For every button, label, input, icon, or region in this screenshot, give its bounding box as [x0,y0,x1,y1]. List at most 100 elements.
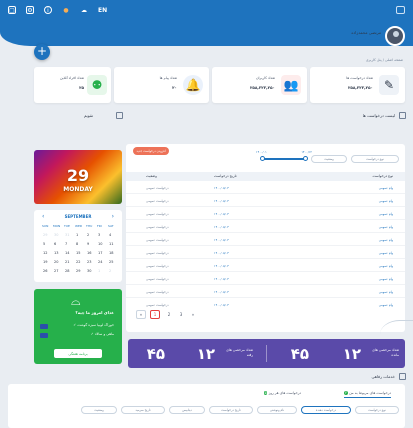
calendar-day[interactable]: 2 [87,233,89,237]
table-row[interactable]: وام عمومی ۱۴۰۰/۰۵/۰۴ درخواست عمومی [126,246,405,259]
calendar-day[interactable]: 15 [76,251,80,255]
user-name: مرتضی محمدزاده [351,30,381,35]
pagination-next[interactable]: » [188,310,198,319]
cell-status: درخواست عمومی [146,212,169,216]
calendar-day[interactable]: 31 [65,233,69,237]
cell-type: وام عمومی [378,277,393,281]
settings-icon[interactable]: ⚙ [26,6,34,14]
cell-status: درخواست عمومی [146,251,169,255]
filter-request-type[interactable]: نوع درخواست [355,406,399,414]
edit-document-icon: ✎ [379,75,399,95]
filter-status[interactable]: وضعیت [81,406,117,414]
slider-handle-end[interactable] [303,156,308,161]
tab-daily-requests[interactable]: درخواست های هر روز ۵ [263,391,301,395]
calendar-day[interactable]: 9 [87,242,89,246]
calendar-day[interactable]: 17 [98,251,102,255]
calendar-day[interactable]: 29 [76,269,80,273]
date-range-slider[interactable]: ۱۴۰۰/۰۱ ۱۴۰۰/۱۲ [256,150,312,161]
calendar-day[interactable]: 26 [43,269,47,273]
window-icon[interactable]: ▢ [8,6,16,14]
type-filter[interactable]: نوع درخواست [351,155,399,163]
table-row[interactable]: وام عمومی ۱۴۰۰/۰۵/۰۴ درخواست عمومی [126,272,405,285]
food-item: ✓ خوراک لوبیا سبزه گوشت [73,323,114,327]
status-filter[interactable]: وضعیت [311,155,347,163]
chevron-right-icon[interactable]: › [112,213,114,220]
calendar-day[interactable]: 1 [98,269,100,273]
add-request-button[interactable]: افزودن درخواست جدید [133,147,169,155]
table-row[interactable]: وام عمومی ۱۴۰۰/۰۵/۰۴ درخواست عمومی [126,207,405,220]
calendar-day[interactable]: 18 [109,251,113,255]
fullscreen-icon[interactable] [396,6,405,14]
filter-label: نوع درخواست [368,408,386,412]
calendar-day[interactable]: 22 [76,260,80,264]
food-tag [40,333,48,338]
cell-date: ۱۴۰۰/۰۵/۰۴ [214,277,229,281]
weekly-menu-button[interactable]: برنامه هفتگی [54,349,102,358]
stat-card-requests[interactable]: ✎ تعداد درخواست ها ۲۵۸,۳۲۳,۲۵۰ [310,67,405,103]
calendar-day[interactable]: 5 [43,242,45,246]
stat-card-online[interactable]: ⚉ تعداد افراد آنلاین ۲۵ [34,67,111,103]
table-row[interactable]: وام عمومی ۱۴۰۰/۰۵/۰۴ درخواست عمومی [126,233,405,246]
calendar-day[interactable]: 21 [65,260,69,264]
table-row[interactable]: وام عمومی ۱۴۰۰/۰۵/۰۴ درخواست عمومی [126,181,405,194]
calendar-day[interactable]: 12 [43,251,47,255]
calendar-day[interactable]: 3 [98,233,100,237]
slider-handle-start[interactable] [260,156,265,161]
table-row[interactable]: وام عمومی ۱۴۰۰/۰۵/۰۴ درخواست عمومی [126,259,405,272]
pagination-page[interactable]: 3 [176,310,186,319]
tab-my-requests[interactable]: درخواست های مربوط به من ۴ [344,391,391,398]
stat-card-messages[interactable]: 🔔 تعداد پیام ها ۲۰ [114,67,209,103]
calendar-day[interactable]: 6 [54,242,56,246]
add-button[interactable]: + [34,44,50,60]
calendar-day[interactable]: 27 [54,269,58,273]
calendar-day[interactable]: 1 [76,233,78,237]
users-icon: 👥 [281,75,301,95]
calendar-day[interactable]: 2 [109,269,111,273]
food-item: ✓ ماهی و سالاد [90,332,114,336]
calendar-day[interactable]: 14 [65,251,69,255]
pagination-page[interactable]: 2 [164,310,174,319]
calendar-day[interactable]: 16 [87,251,91,255]
calendar-day[interactable]: 10 [98,242,102,246]
filter-due-date[interactable]: تاریخ سرمید [121,406,165,414]
tab-count-badge: ۴ [344,391,348,395]
filter-database[interactable]: دیتابیس [169,406,205,414]
weekday-label: FRI [97,224,102,228]
notification-icon[interactable]: ● [62,6,70,14]
pagination-prev[interactable]: « [136,310,146,319]
table-row[interactable]: وام عمومی ۱۴۰۰/۰۵/۰۴ درخواست عمومی [126,285,405,298]
stat-card-users[interactable]: 👥 تعداد کاربران ۲۵۸,۳۲۳,۲۵۰ [212,67,307,103]
calendar-day[interactable]: 30 [87,269,91,273]
filter-name[interactable]: نام ونوشتی [257,406,297,414]
weekly-menu-label: برنامه هفتگی [68,351,88,356]
calendar-day[interactable]: 25 [109,260,113,264]
filter-request-date[interactable]: تاریخ درخواست [209,406,253,414]
calendar-day[interactable]: 29 [43,233,47,237]
cell-status: درخواست عمومی [146,238,169,242]
calendar-day[interactable]: 11 [109,242,113,246]
calendar-day[interactable]: 23 [87,260,91,264]
cloud-icon[interactable]: ☁ [80,6,88,14]
calendar-day[interactable]: 28 [65,269,69,273]
pagination-page[interactable]: 1 [150,310,160,319]
filter-label: دیتابیس [182,408,192,412]
avatar[interactable] [385,26,405,46]
column-header: تاریخ درخواست [214,174,237,178]
info-icon[interactable]: i [44,6,52,14]
food-tag [40,324,48,329]
calendar-day[interactable]: 7 [65,242,67,246]
calendar-day[interactable]: 19 [43,260,47,264]
calendar-day[interactable]: 8 [76,242,78,246]
table-row[interactable]: وام عمومی ۱۴۰۰/۰۵/۰۴ درخواست عمومی [126,220,405,233]
calendar-day[interactable]: 20 [54,260,58,264]
language-switch[interactable]: EN [98,7,107,14]
calendar-day[interactable]: 4 [109,233,111,237]
calendar-day[interactable]: 13 [54,251,58,255]
table-row[interactable]: وام عمومی ۱۴۰۰/۰۵/۰۴ درخواست عمومی [126,194,405,207]
calendar-day[interactable]: 24 [98,260,102,264]
type-filter-label: نوع درخواست [366,157,384,161]
calendar-day[interactable]: 30 [54,233,58,237]
stat-value: ۲۰ [172,85,177,90]
cell-date: ۱۴۰۰/۰۵/۰۴ [214,212,229,216]
filter-requester[interactable]: درخواست دهنده [301,406,351,414]
